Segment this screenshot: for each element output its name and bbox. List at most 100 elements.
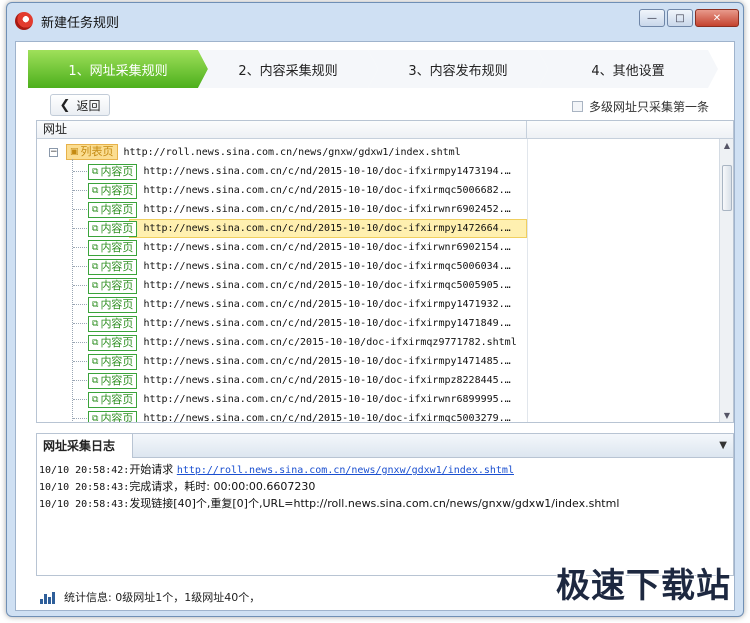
page-icon: ⧉	[92, 223, 99, 234]
tree-root-node[interactable]: − ▣ 列表页 http://roll.news.sina.com.cn/new…	[49, 143, 461, 161]
tree-branch-line	[73, 247, 87, 248]
task-rule-window: 新建任务规则 — □ ✕ 1、网址采集规则 2、内容采集规则 3、内容发布规则 …	[6, 2, 744, 617]
tree-row[interactable]: ⧉ 内容页 http://news.sina.com.cn/c/nd/2015-10…	[73, 371, 511, 390]
tree-row[interactable]: ⧉ 内容页 http://news.sina.com.cn/c/nd/2015-10…	[73, 219, 527, 238]
log-message: 完成请求，耗时: 00:00:00.6607230	[129, 480, 316, 493]
tree-scrollbar[interactable]: ▲ ▼	[719, 139, 733, 422]
minimize-button[interactable]: —	[639, 9, 665, 27]
tree-branch-line	[73, 190, 87, 191]
tree-branch-line	[73, 228, 87, 229]
panel-menu-icon[interactable]: ▼	[719, 440, 727, 451]
page-icon: ⧉	[92, 242, 99, 253]
tree-row[interactable]: ⧉ 内容页 http://news.sina.com.cn/c/nd/2015-10…	[73, 409, 511, 423]
back-button-label: 返回	[76, 98, 101, 113]
close-button[interactable]: ✕	[695, 9, 739, 27]
collapse-icon[interactable]: −	[49, 147, 58, 157]
bar-chart-icon	[40, 590, 56, 604]
content-page-tag: ⧉ 内容页	[88, 334, 138, 351]
content-page-tag-label: 内容页	[100, 392, 134, 406]
only-first-option[interactable]: 多级网址只采集第一条	[572, 98, 709, 115]
step-publish-rules[interactable]: 3、内容发布规则	[368, 50, 548, 88]
chevron-left-icon: ❮	[59, 97, 71, 113]
content-url: http://news.sina.com.cn/c/nd/2015-10-10/…	[143, 413, 511, 423]
step-other-settings[interactable]: 4、其他设置	[538, 50, 718, 88]
content-page-tag: ⧉ 内容页	[88, 277, 138, 294]
content-url: http://news.sina.com.cn/c/nd/2015-10-10/…	[143, 204, 511, 215]
content-page-tag: ⧉ 内容页	[88, 410, 138, 422]
page-icon: ⧉	[92, 261, 99, 272]
content-page-tag: ⧉ 内容页	[88, 239, 138, 256]
list-page-tag: ▣ 列表页	[66, 144, 118, 160]
page-icon: ⧉	[92, 337, 99, 348]
content-page-tag-label: 内容页	[100, 316, 134, 330]
content-page-tag-label: 内容页	[100, 259, 134, 273]
content-page-tag-label: 内容页	[100, 297, 134, 311]
content-page-tag: ⧉ 内容页	[88, 372, 138, 389]
back-button[interactable]: ❮ 返回	[50, 94, 110, 116]
only-first-checkbox[interactable]	[572, 101, 583, 112]
content-url: http://news.sina.com.cn/c/nd/2015-10-10/…	[143, 242, 511, 253]
log-output: 10/10 20:58:42:开始请求 http://roll.news.sin…	[37, 458, 733, 517]
tree-header: 网址	[37, 121, 733, 139]
url-log-panel: 网址采集日志 ▼ 10/10 20:58:42:开始请求 http://roll…	[36, 433, 734, 576]
watermark-logo: 极速下载站	[556, 566, 731, 606]
step-content-rules[interactable]: 2、内容采集规则	[198, 50, 378, 88]
content-page-tag: ⧉ 内容页	[88, 353, 138, 370]
page-icon: ⧉	[92, 318, 99, 329]
tree-row[interactable]: ⧉ 内容页 http://news.sina.com.cn/c/nd/2015-10…	[73, 200, 511, 219]
log-line: 10/10 20:58:42:开始请求 http://roll.news.sin…	[39, 462, 731, 479]
content-page-tag-label: 内容页	[100, 373, 134, 387]
content-page-tag-label: 内容页	[100, 202, 134, 216]
tree-row[interactable]: ⧉ 内容页 http://news.sina.com.cn/c/nd/2015-10…	[73, 181, 511, 200]
log-line: 10/10 20:58:43:发现链接[40]个,重复[0]个,URL=http…	[39, 496, 731, 513]
tree-row[interactable]: ⧉ 内容页 http://news.sina.com.cn/c/nd/2015-10…	[73, 390, 511, 409]
tree-row[interactable]: ⧉ 内容页 http://news.sina.com.cn/c/2015-10-10…	[73, 333, 517, 352]
content-page-tag-label: 内容页	[100, 278, 134, 292]
log-line: 10/10 20:58:43:完成请求，耗时: 00:00:00.6607230	[39, 479, 731, 496]
log-timestamp: 10/10 20:58:43:	[39, 499, 130, 510]
content-url: http://news.sina.com.cn/c/nd/2015-10-10/…	[143, 318, 511, 329]
content-url: http://news.sina.com.cn/c/nd/2015-10-10/…	[143, 185, 511, 196]
log-message: 开始请求	[129, 463, 177, 476]
page-icon: ⧉	[92, 394, 99, 405]
page-icon: ⧉	[92, 185, 99, 196]
page-icon: ⧉	[92, 166, 99, 177]
maximize-button[interactable]: □	[667, 9, 693, 27]
content-url: http://news.sina.com.cn/c/2015-10-10/doc…	[143, 337, 517, 348]
tree-branch-line	[73, 418, 87, 419]
log-message: 发现链接[40]个,重复[0]个,URL=http://roll.news.si…	[129, 497, 620, 510]
content-url: http://news.sina.com.cn/c/nd/2015-10-10/…	[143, 166, 511, 177]
tree-row[interactable]: ⧉ 内容页 http://news.sina.com.cn/c/nd/2015-10…	[73, 257, 511, 276]
scroll-thumb[interactable]	[722, 165, 732, 211]
tree-row[interactable]: ⧉ 内容页 http://news.sina.com.cn/c/nd/2015-10…	[73, 276, 511, 295]
content-page-tag-label: 内容页	[100, 164, 134, 178]
content-page-tag-label: 内容页	[100, 221, 134, 235]
content-url: http://news.sina.com.cn/c/nd/2015-10-10/…	[143, 356, 511, 367]
column-header-url[interactable]: 网址	[37, 121, 527, 138]
scroll-up-icon[interactable]: ▲	[721, 140, 733, 152]
tree-branch-line	[73, 209, 87, 210]
content-page-tag-label: 内容页	[100, 183, 134, 197]
page-icon: ⧉	[92, 375, 99, 386]
tree-row[interactable]: ⧉ 内容页 http://news.sina.com.cn/c/nd/2015-10…	[73, 162, 511, 181]
content-page-tag: ⧉ 内容页	[88, 296, 138, 313]
tree-branch-line	[73, 323, 87, 324]
log-link[interactable]: http://roll.news.sina.com.cn/news/gnxw/g…	[177, 465, 514, 476]
content-page-tag-label: 内容页	[100, 240, 134, 254]
log-timestamp: 10/10 20:58:43:	[39, 482, 130, 493]
dialog-content: 1、网址采集规则 2、内容采集规则 3、内容发布规则 4、其他设置 ❮ 返回 多…	[15, 41, 735, 611]
content-url: http://news.sina.com.cn/c/nd/2015-10-10/…	[143, 280, 511, 291]
tree-row[interactable]: ⧉ 内容页 http://news.sina.com.cn/c/nd/2015-10…	[73, 238, 511, 257]
tree-row[interactable]: ⧉ 内容页 http://news.sina.com.cn/c/nd/2015-10…	[73, 352, 511, 371]
page-icon: ⧉	[92, 299, 99, 310]
tree-row[interactable]: ⧉ 内容页 http://news.sina.com.cn/c/nd/2015-10…	[73, 314, 511, 333]
list-page-tag-label: 列表页	[80, 145, 114, 158]
step-url-rules[interactable]: 1、网址采集规则	[28, 50, 208, 88]
only-first-label: 多级网址只采集第一条	[589, 100, 710, 114]
scroll-down-icon[interactable]: ▼	[721, 410, 733, 422]
tree-row[interactable]: ⧉ 内容页 http://news.sina.com.cn/c/nd/2015-10…	[73, 295, 511, 314]
window-controls: — □ ✕	[637, 9, 739, 27]
content-page-tag: ⧉ 内容页	[88, 201, 138, 218]
step-wizard: 1、网址采集规则 2、内容采集规则 3、内容发布规则 4、其他设置	[28, 50, 728, 88]
tab-url-log[interactable]: 网址采集日志	[37, 434, 133, 458]
